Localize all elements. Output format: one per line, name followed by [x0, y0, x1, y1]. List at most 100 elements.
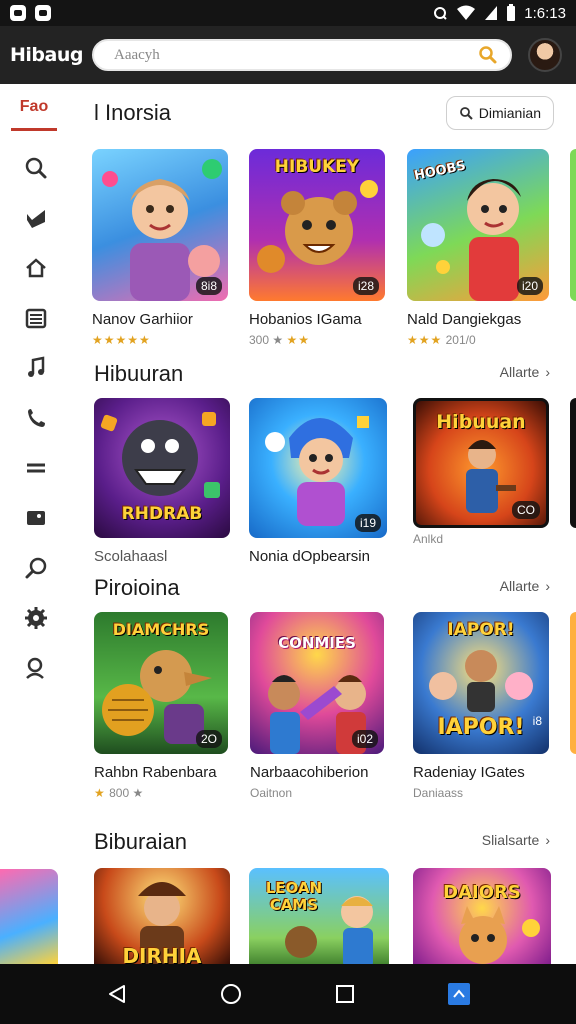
- app-logo: Hibaug: [10, 44, 83, 66]
- game-title: Nald Dangiekgas: [407, 311, 522, 328]
- game-title: Narbaacohiberion: [250, 764, 369, 781]
- game-card[interactable]: RHDRAB Scolahaasl: [94, 398, 230, 565]
- game-card[interactable]: CONMIES i02 Narbaacohiberion Oaitnon: [250, 612, 384, 800]
- game-card[interactable]: i19 Nonia dOpbearsin: [249, 398, 387, 565]
- thumbnail-title: RHDRAB: [121, 504, 203, 524]
- assistant-button[interactable]: [439, 974, 479, 1014]
- game-thumbnail: DIAMCHRS 2O: [94, 612, 228, 754]
- game-card[interactable]: DIRHIA: [94, 868, 230, 964]
- home-button[interactable]: [211, 974, 251, 1014]
- section-popular: Piroioina Allarte › DIAMCHRS 2O Rahbn Rab…: [72, 570, 576, 810]
- game-rating: ★★★ 201/0: [407, 333, 549, 347]
- game-thumbnail: i19: [249, 398, 387, 538]
- peek-card-left[interactable]: [0, 869, 58, 964]
- game-title: Nonia dOpbearsin: [249, 548, 370, 565]
- thumbnail-title: DIRHIA: [122, 944, 202, 964]
- sidebar-profile-icon[interactable]: [16, 648, 56, 688]
- game-rating: ★ 800 ★: [94, 786, 228, 800]
- back-button[interactable]: [97, 974, 137, 1014]
- sidebar: Fao: [0, 84, 72, 964]
- game-thumbnail: DIRHIA: [94, 868, 230, 964]
- search-box[interactable]: [92, 39, 512, 71]
- game-card[interactable]: Hibuuan CO Anlkd: [413, 398, 549, 546]
- system-nav-bar: [0, 964, 576, 1024]
- chevron-right-icon: ›: [545, 832, 550, 848]
- game-title: Scolahaasl: [94, 548, 168, 565]
- game-card[interactable]: DAIORS: [413, 868, 551, 964]
- search-icon: [459, 107, 473, 120]
- rating-badge: 8i8: [195, 277, 222, 295]
- see-all-link[interactable]: Allarte ›: [500, 578, 550, 594]
- rating-stars: ★★★★★: [92, 333, 151, 347]
- sidebar-home-icon[interactable]: [16, 248, 56, 288]
- clock: 1:6:13: [524, 4, 566, 22]
- game-title: Hobanios IGama: [249, 311, 362, 328]
- section-title: Hibuuran: [94, 361, 184, 386]
- message-icon: [35, 5, 51, 21]
- game-thumbnail: HIBUKEY i28: [249, 149, 385, 301]
- see-all-link[interactable]: Slialsarte ›: [482, 832, 550, 848]
- sidebar-gallery-icon[interactable]: [16, 498, 56, 538]
- wifi-icon: [457, 5, 476, 20]
- game-rating: 300 ★ ★★: [249, 333, 385, 347]
- rating-badge: i19: [354, 514, 381, 532]
- next-card-peek: [570, 149, 576, 301]
- rating-badge: i8: [532, 714, 542, 728]
- sidebar-settings-icon[interactable]: [16, 598, 56, 638]
- sidebar-explore-icon[interactable]: [16, 548, 56, 588]
- section-title: Biburaian: [94, 829, 187, 854]
- section-entertainment: Hibuuran Allarte › RHDRAB Scolahaasl i19 …: [72, 354, 576, 570]
- rating-badge: i02: [351, 730, 378, 748]
- sidebar-search-icon[interactable]: [16, 148, 56, 188]
- rating-badge: CO: [512, 501, 540, 519]
- game-card[interactable]: LEOAN CAMS: [249, 868, 389, 964]
- rating-stars: ★★: [286, 333, 310, 347]
- next-card-peek: [570, 398, 576, 528]
- game-thumbnail: Hibuuan CO: [413, 398, 549, 528]
- see-all-label: Allarte: [499, 578, 540, 594]
- sidebar-item-favorites[interactable]: Fao: [11, 98, 57, 131]
- search-input[interactable]: [114, 46, 478, 64]
- filter-button[interactable]: Dimianian: [445, 96, 554, 130]
- game-subtitle: Oaitnon: [250, 786, 293, 800]
- app-bar: Hibaug: [0, 26, 576, 84]
- game-thumbnail: RHDRAB: [94, 398, 230, 538]
- sync-icon: [434, 7, 447, 20]
- section-more: Biburaian Slialsarte › DIRHIA LEOAN CAMS …: [72, 824, 576, 964]
- search-icon[interactable]: [478, 45, 498, 65]
- chevron-right-icon: ›: [545, 578, 550, 594]
- next-card-peek: [570, 612, 576, 754]
- rating-stars: ★: [94, 786, 106, 800]
- sidebar-menu-icon[interactable]: [16, 448, 56, 488]
- chevron-right-icon: ›: [545, 364, 550, 380]
- game-subtitle: Daniaass: [413, 786, 464, 800]
- game-card[interactable]: HOOBS i20 Nald Dangiekgas ★★★ 201/0: [407, 149, 549, 347]
- game-title: Nanov Garhiior: [92, 311, 193, 328]
- game-thumbnail: DAIORS: [413, 868, 551, 964]
- rating-text: 201/0: [445, 333, 476, 347]
- rating-text: 800 ★: [109, 786, 144, 800]
- rating-text: 300 ★: [249, 333, 284, 347]
- avatar[interactable]: [528, 38, 562, 72]
- game-thumbnail: CONMIES i02: [250, 612, 384, 754]
- game-card[interactable]: HIBUKEY i28 Hobanios IGama 300 ★ ★★: [249, 149, 385, 347]
- game-card[interactable]: DIAMCHRS 2O Rahbn Rabenbara ★ 800 ★: [94, 612, 228, 800]
- game-title: Radeniay IGates: [413, 764, 525, 781]
- rating-badge: 2O: [195, 730, 222, 748]
- sidebar-list-icon[interactable]: [16, 298, 56, 338]
- game-card[interactable]: IAPOR! IAPOR! i8 Radeniay IGates Daniaas…: [413, 612, 549, 800]
- see-all-link[interactable]: Allarte ›: [500, 364, 550, 380]
- rating-stars: ★★★: [407, 333, 443, 347]
- sidebar-check-icon[interactable]: [16, 198, 56, 238]
- section-title: l Inorsia: [94, 100, 172, 125]
- signal-icon: [485, 6, 498, 20]
- game-card[interactable]: 8i8 Nanov Garhiior ★★★★★: [92, 149, 228, 347]
- section-featured: l Inorsia Dimianian 8i8 Nanov Garhiior ★…: [72, 84, 576, 354]
- battery-icon: [507, 4, 516, 21]
- sidebar-phone-icon[interactable]: [16, 398, 56, 438]
- recents-button[interactable]: [325, 974, 365, 1014]
- game-thumbnail: HOOBS i20: [407, 149, 549, 301]
- sidebar-music-icon[interactable]: [16, 348, 56, 388]
- notification-icon: [10, 5, 26, 21]
- app-root: 1:6:13 Hibaug Fao l Inorsia Dimi: [0, 0, 576, 1024]
